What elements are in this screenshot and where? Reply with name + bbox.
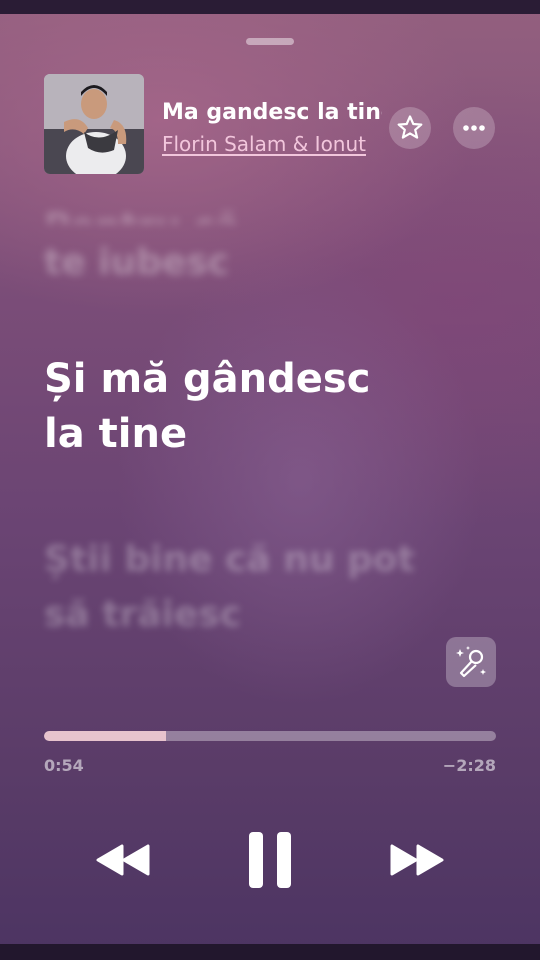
album-artwork[interactable] — [44, 74, 144, 174]
lyric-line-previous[interactable]: te iubesc — [44, 238, 229, 288]
sing-along-button[interactable] — [446, 637, 496, 687]
lyric-line-previous-partial[interactable]: Pentru că — [44, 198, 239, 224]
rewind-button[interactable] — [94, 840, 152, 880]
home-indicator-area — [0, 944, 540, 960]
favorite-button[interactable] — [389, 107, 431, 149]
lyric-next-line-2: să trăiesc — [44, 594, 242, 635]
lyric-current-line-1: Și mă gândesc — [44, 356, 371, 402]
star-icon — [397, 115, 423, 139]
pause-button[interactable] — [246, 830, 294, 890]
playback-scrubber[interactable] — [44, 731, 496, 741]
track-artist-link[interactable]: Florin Salam & Ionut — [162, 132, 382, 156]
playback-progress-fill — [44, 731, 167, 741]
lyric-line-next[interactable]: Știi bine că nu pot să trăiesc — [44, 532, 504, 642]
remaining-time: −2:28 — [442, 756, 496, 775]
elapsed-time: 0:54 — [44, 756, 84, 775]
lyric-next-line-1: Știi bine că nu pot — [44, 539, 415, 580]
fast-forward-icon — [390, 844, 444, 876]
sheet-grabber[interactable] — [246, 38, 294, 45]
track-title[interactable]: Ma gandesc la tine — [162, 100, 382, 125]
lyric-line-current[interactable]: Și mă gândesc la tine — [44, 352, 484, 462]
more-options-button[interactable] — [453, 107, 495, 149]
fast-forward-button[interactable] — [388, 840, 446, 880]
microphone-sparkles-icon — [456, 646, 486, 678]
now-playing-screen: Ma gandesc la tine Florin Salam & Ionut … — [0, 0, 540, 960]
status-bar-area — [0, 0, 540, 14]
ellipsis-icon — [463, 125, 485, 131]
rewind-icon — [96, 844, 150, 876]
artwork-image — [44, 74, 144, 174]
lyric-current-line-2: la tine — [44, 411, 188, 457]
pause-icon — [249, 832, 291, 888]
